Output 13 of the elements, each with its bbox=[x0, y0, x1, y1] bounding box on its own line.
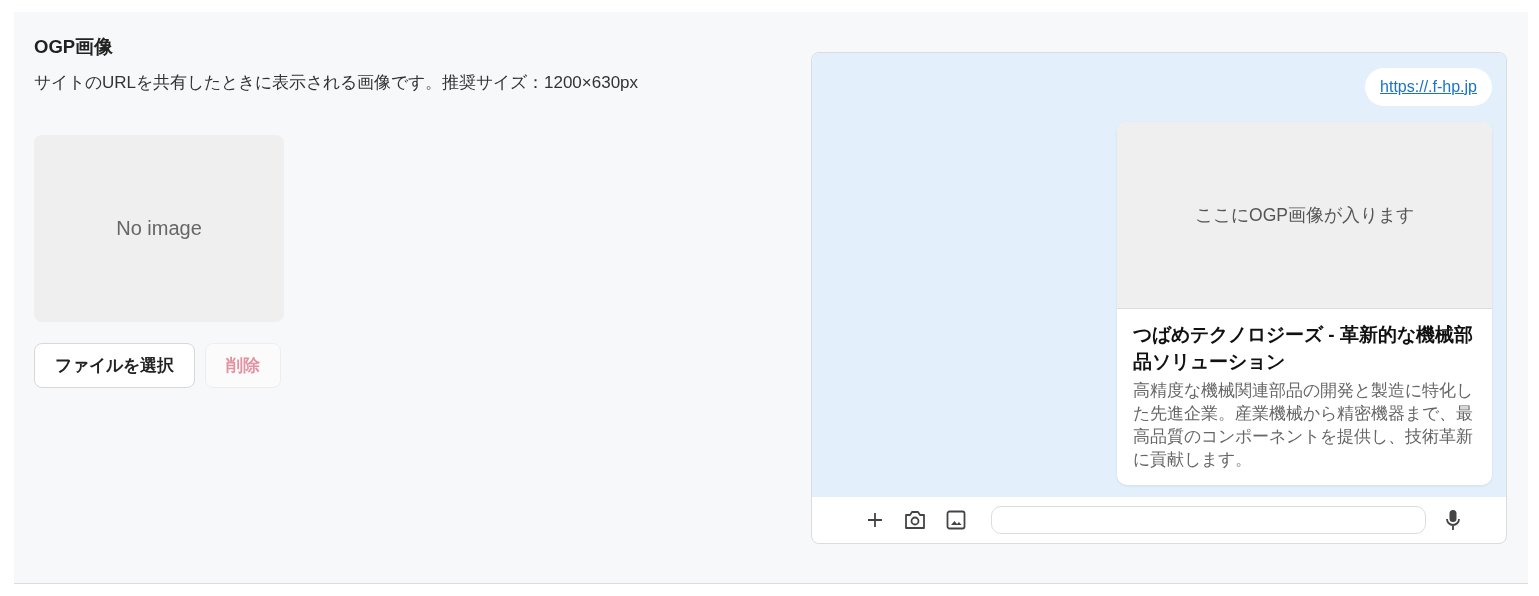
section-title: OGP画像 bbox=[34, 36, 115, 58]
choose-file-button[interactable]: ファイルを選択 bbox=[34, 343, 195, 388]
url-link[interactable]: https://.f-hp.jp bbox=[1365, 68, 1492, 106]
card-title: つばめテクノロジーズ - 革新的な機械部品ソリューション bbox=[1133, 323, 1474, 374]
plus-icon[interactable] bbox=[866, 511, 884, 529]
ogp-image-field: ここにOGP画像が入ります bbox=[1117, 122, 1492, 309]
card-description: 高精度な機械関連部品の開発と製造に特化した先進企業。産業機械から精密機器まで、最高品質のコンポーネントを提供し、技術革新に貢献します。 bbox=[1133, 380, 1474, 471]
image-icon[interactable] bbox=[946, 510, 966, 530]
section-description: サイトのURLを共有したときに表示される画像です。推奨サイズ：1200×630px bbox=[34, 73, 640, 93]
camera-icon[interactable] bbox=[904, 510, 926, 530]
microphone-icon[interactable] bbox=[1446, 509, 1460, 531]
image-upload-field: No image bbox=[34, 135, 284, 322]
message-input[interactable] bbox=[991, 506, 1426, 534]
